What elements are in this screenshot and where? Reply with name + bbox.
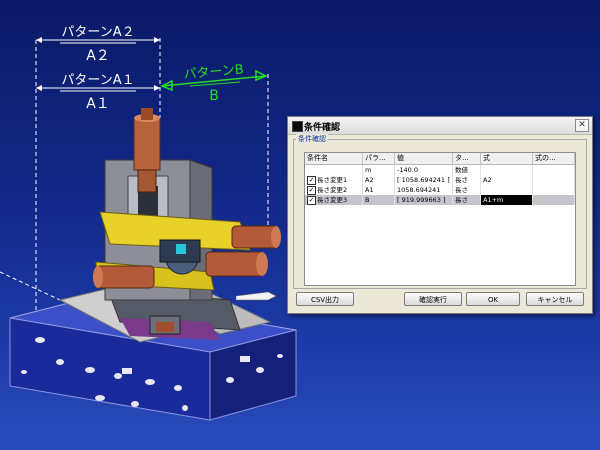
dimension-a2-value: A２ — [86, 48, 110, 64]
row-formula-note — [533, 185, 575, 195]
lower-copper — [156, 322, 174, 332]
spindle-cap — [141, 108, 153, 120]
probe-arrow — [235, 291, 277, 301]
column-header-type[interactable]: タ... — [453, 153, 481, 164]
row-name — [305, 165, 363, 175]
row-value[interactable]: [ 1058.694241 ] — [395, 175, 453, 185]
app-icon — [292, 121, 303, 132]
dimension-a2: パターンA２ A２ — [36, 25, 160, 64]
row-formula[interactable] — [481, 165, 533, 175]
cyan-part — [176, 244, 186, 254]
row-value[interactable]: 1058.694241 — [395, 185, 453, 195]
cancel-button[interactable]: キャンセル — [526, 292, 584, 306]
table-row-selected[interactable]: ✓ 長さ変更3 B [ 919.999663 ] 長さ A1+m — [305, 195, 575, 205]
table-row[interactable]: ✓ 長さ変更2 A1 1058.694241 長さ — [305, 185, 575, 195]
row-value[interactable]: -140.0 — [395, 165, 453, 175]
dimension-a1-label: パターンA１ — [61, 73, 134, 88]
ok-button[interactable]: OK — [466, 292, 520, 306]
row-name: 長さ変更2 — [315, 185, 363, 195]
dimension-a1-value: A１ — [86, 96, 110, 112]
column-header-formula[interactable]: 式 — [481, 153, 533, 164]
csv-export-button[interactable]: CSV出力 — [296, 292, 354, 306]
condition-check-dialog[interactable]: 条件確認 ✕ 条件確認 条件名 パラ... 値 タ... 式 式の... m -… — [287, 116, 593, 314]
spindle-body — [133, 117, 161, 171]
column-header-param[interactable]: パラ... — [363, 153, 395, 164]
dimension-b-value: B — [209, 88, 219, 104]
confirm-run-button[interactable]: 確認実行 — [404, 292, 462, 306]
column-header-name[interactable]: 条件名 — [305, 153, 363, 164]
close-button[interactable]: ✕ — [575, 119, 589, 132]
dimension-b: パターンB B — [160, 62, 268, 104]
dimension-a2-label: パターンA２ — [61, 25, 134, 40]
row-name: 長さ変更3 — [315, 195, 363, 205]
row-param: B — [363, 195, 395, 205]
row-formula-note — [533, 175, 575, 185]
row-param: A1 — [363, 185, 395, 195]
row-type: 長さ — [453, 195, 481, 205]
column-header-formula-note[interactable]: 式の... — [533, 153, 575, 164]
condition-grid[interactable]: 条件名 パラ... 値 タ... 式 式の... m -140.0 数値 ✓ 長… — [304, 152, 576, 286]
row-param: m — [363, 165, 395, 175]
spindle-mid — [137, 169, 157, 193]
row-formula[interactable]: A1+m — [481, 195, 533, 205]
row-formula[interactable] — [481, 185, 533, 195]
dialog-titlebar[interactable]: 条件確認 ✕ — [288, 117, 592, 135]
table-row[interactable]: ✓ 長さ変更1 A2 [ 1058.694241 ] 長さ A2 — [305, 175, 575, 185]
row-formula-note — [533, 195, 575, 205]
row-param: A2 — [363, 175, 395, 185]
row-type: 長さ — [453, 185, 481, 195]
table-row[interactable]: m -140.0 数値 — [305, 165, 575, 175]
grid-header: 条件名 パラ... 値 タ... 式 式の... — [305, 153, 575, 165]
column-header-value[interactable]: 値 — [395, 153, 453, 164]
row-type: 長さ — [453, 175, 481, 185]
row-type: 数値 — [453, 165, 481, 175]
machine-model[interactable] — [9, 108, 297, 421]
row-name: 長さ変更1 — [315, 175, 363, 185]
group-label: 条件確認 — [296, 134, 328, 144]
dialog-title: 条件確認 — [304, 123, 341, 133]
row-formula-note — [533, 165, 575, 175]
row-value[interactable]: [ 919.999663 ] — [395, 195, 453, 205]
row-formula[interactable]: A2 — [481, 175, 533, 185]
dimension-a1: パターンA１ A１ — [36, 73, 160, 112]
